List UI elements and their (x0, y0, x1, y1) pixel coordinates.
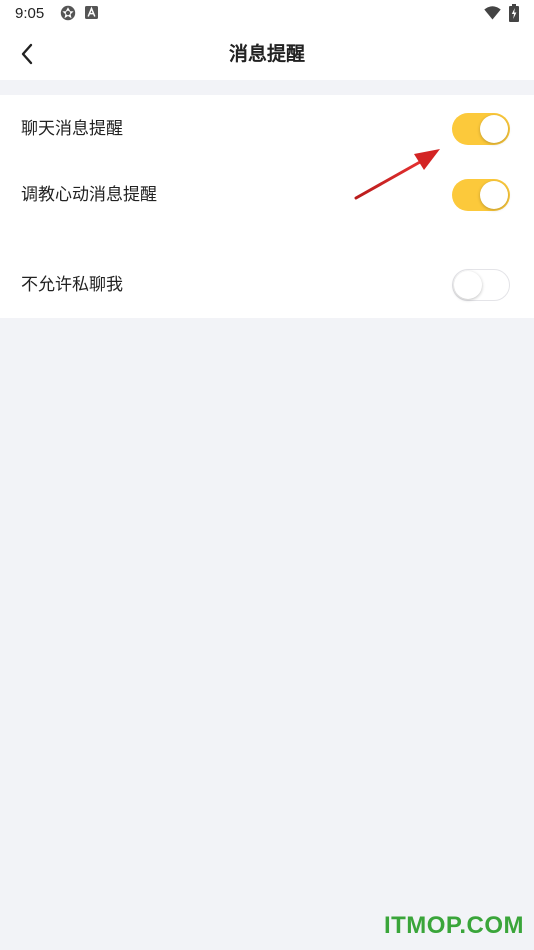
toggle-knob (480, 115, 508, 143)
toggle-knob (454, 271, 482, 299)
block-private-chat-toggle[interactable] (452, 269, 510, 301)
a-box-icon (85, 6, 98, 19)
status-time: 9:05 (15, 5, 45, 22)
annotation-arrow (354, 149, 440, 200)
settings-list: 聊天消息提醒 调教心动消息提醒 不允许私聊我 (0, 95, 534, 318)
chat-notification-toggle[interactable] (452, 113, 510, 145)
wifi-icon (484, 6, 501, 20)
chevron-left-icon (21, 43, 33, 65)
aperture-icon (60, 5, 76, 21)
battery-charging-icon (509, 4, 519, 22)
toggle-knob (480, 181, 508, 209)
setting-row-crush-notification: 调教心动消息提醒 (0, 173, 534, 217)
setting-row-chat-notification: 聊天消息提醒 (0, 107, 534, 151)
crush-notification-toggle[interactable] (452, 179, 510, 211)
status-bar: 9:05 (0, 0, 534, 28)
back-button[interactable] (10, 37, 44, 71)
setting-row-block-private-chat: 不允许私聊我 (0, 263, 534, 307)
app-header: 消息提醒 (0, 28, 534, 80)
setting-label: 不允许私聊我 (21, 275, 123, 295)
setting-label: 聊天消息提醒 (21, 119, 123, 139)
setting-label: 调教心动消息提醒 (21, 185, 157, 205)
watermark: ITMOP.COM (383, 912, 524, 939)
page-title: 消息提醒 (228, 43, 305, 65)
